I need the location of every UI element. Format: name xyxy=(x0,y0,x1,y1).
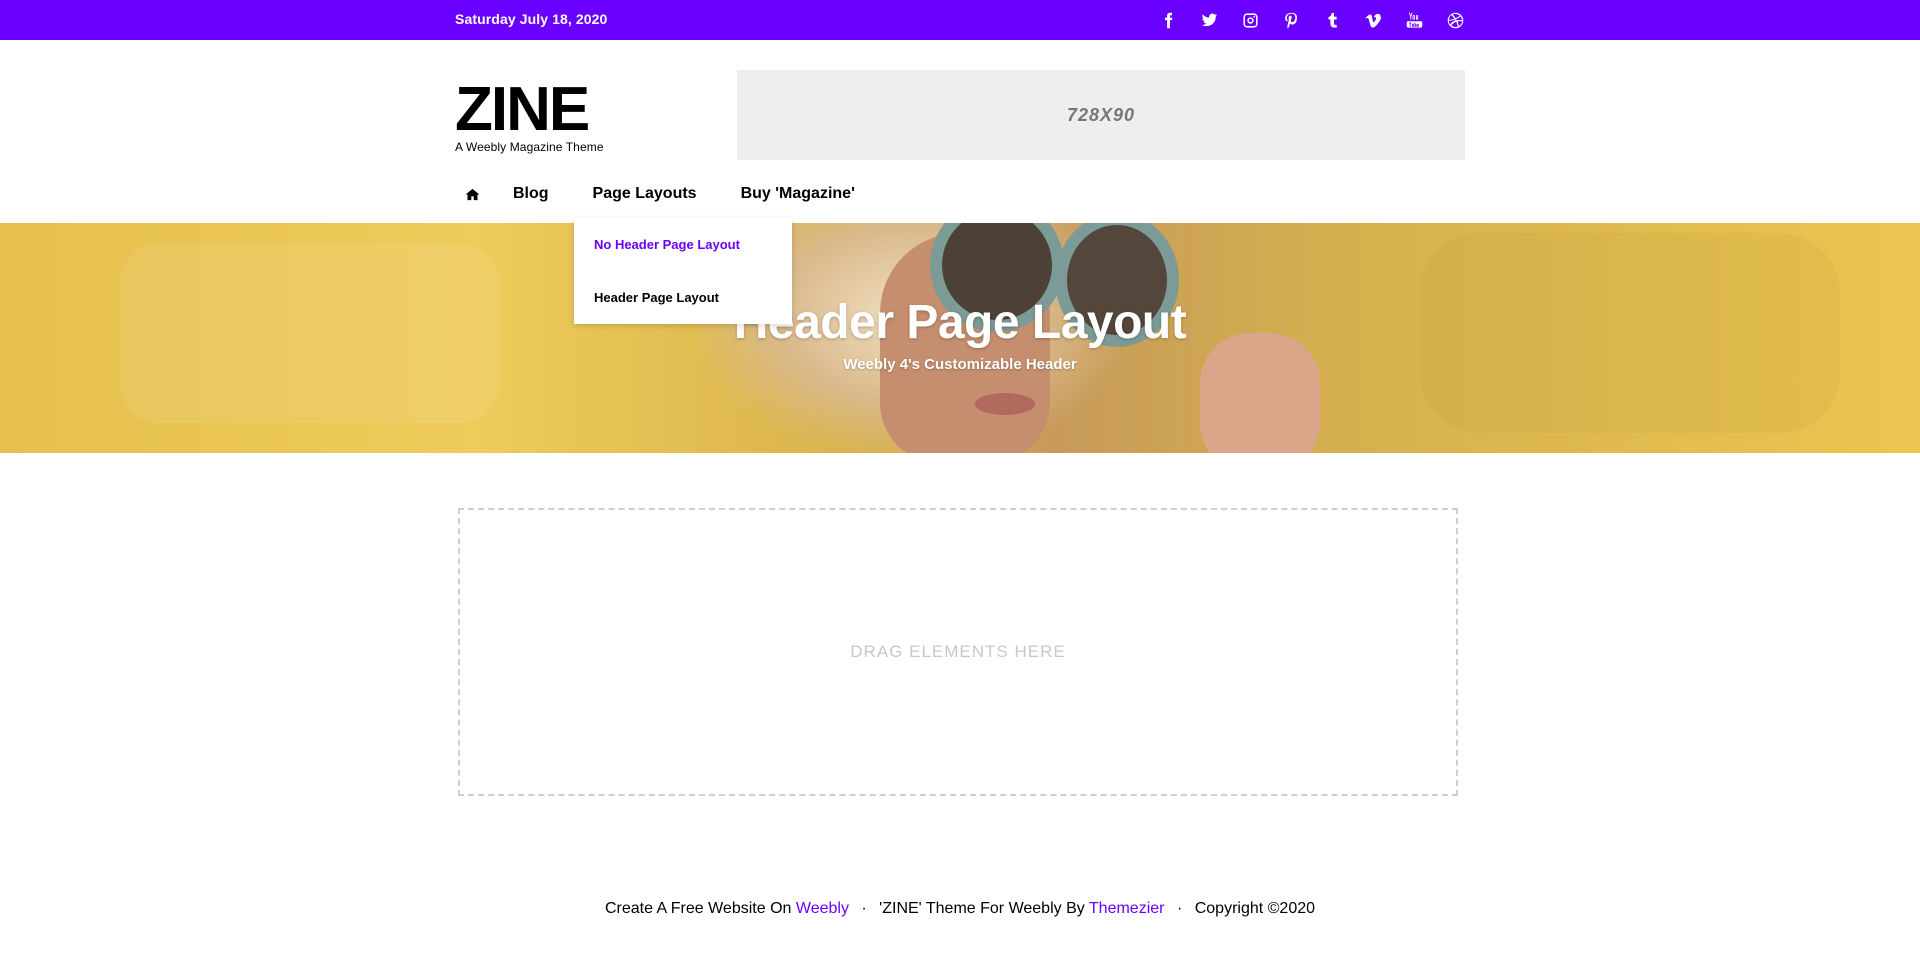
home-icon[interactable] xyxy=(455,187,489,202)
hero-bg-shape xyxy=(1200,333,1320,453)
social-links xyxy=(1148,8,1476,32)
logo-tagline: A Weebly Magazine Theme xyxy=(455,140,604,154)
dropdown-item-header[interactable]: Header Page Layout xyxy=(594,290,719,305)
twitter-icon[interactable] xyxy=(1189,8,1230,32)
hero-subtitle: Weebly 4's Customizable Header xyxy=(843,356,1077,373)
nav-item-page-layouts[interactable]: Page Layouts xyxy=(593,185,697,203)
page-layouts-dropdown: No Header Page Layout Header Page Layout xyxy=(574,218,792,324)
footer-copyright: Copyright ©2020 xyxy=(1194,900,1316,917)
youtube-icon[interactable] xyxy=(1394,8,1435,32)
logo-name: ZINE xyxy=(455,75,590,144)
footer-separator: · xyxy=(1176,900,1183,917)
nav-item-blog[interactable]: Blog xyxy=(513,185,549,203)
drop-zone-label: DRAG ELEMENTS HERE xyxy=(850,642,1066,661)
hero-header: Header Page Layout Weebly 4's Customizab… xyxy=(0,223,1920,453)
site-logo[interactable]: ZINE A Weebly Magazine Theme xyxy=(455,75,604,155)
ad-banner: 728X90 xyxy=(737,70,1465,160)
top-bar: Saturday July 18, 2020 xyxy=(0,0,1920,40)
hero-title: Header Page Layout xyxy=(733,296,1187,349)
footer-separator: · xyxy=(861,900,867,917)
dribbble-icon[interactable] xyxy=(1435,8,1476,32)
tumblr-icon[interactable] xyxy=(1312,8,1353,32)
footer-link-themezier[interactable]: Themezier xyxy=(1089,900,1165,917)
facebook-icon[interactable] xyxy=(1148,8,1189,32)
dropdown-item-no-header[interactable]: No Header Page Layout xyxy=(594,237,740,252)
main-nav: Blog Page Layouts Buy 'Magazine' xyxy=(455,180,855,208)
nav-item-buy-magazine[interactable]: Buy 'Magazine' xyxy=(741,185,855,203)
footer-link-weebly[interactable]: Weebly xyxy=(796,900,849,917)
current-date: Saturday July 18, 2020 xyxy=(455,11,608,27)
hero-bg-shape xyxy=(975,393,1035,415)
footer-text: Create A Free Website On xyxy=(604,900,792,917)
footer-text: 'ZINE' Theme For Weebly By xyxy=(879,900,1085,917)
footer: Create A Free Website On Weebly · 'ZINE'… xyxy=(0,900,1920,918)
vimeo-icon[interactable] xyxy=(1353,8,1394,32)
instagram-icon[interactable] xyxy=(1230,8,1271,32)
pinterest-icon[interactable] xyxy=(1271,8,1312,32)
ad-label: 728X90 xyxy=(1066,104,1136,125)
drop-zone[interactable]: DRAG ELEMENTS HERE xyxy=(458,508,1458,796)
